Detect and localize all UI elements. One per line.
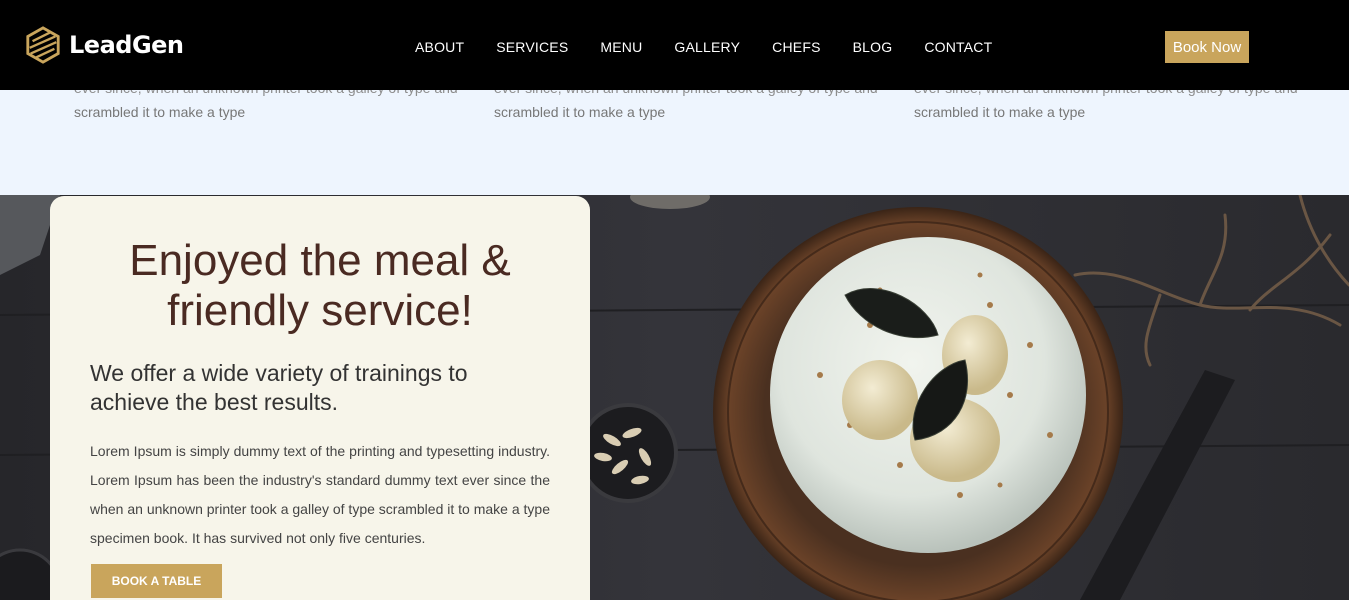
feature-text: ever since, when an unknown printer took…: [494, 90, 878, 120]
nav-contact[interactable]: CONTACT: [924, 39, 992, 55]
promo-card: Enjoyed the meal & friendly service! We …: [50, 196, 590, 600]
promo-body: Lorem Ipsum is simply dummy text of the …: [90, 443, 550, 546]
brand-name: LeadGen: [69, 31, 184, 59]
nav-services[interactable]: SERVICES: [496, 39, 568, 55]
nav-chefs[interactable]: CHEFS: [772, 39, 820, 55]
main-nav: ABOUT SERVICES MENU GALLERY CHEFS BLOG C…: [415, 39, 1024, 55]
site-header: LeadGen ABOUT SERVICES MENU GALLERY CHEF…: [0, 0, 1349, 90]
promo-subtitle: We offer a wide variety of trainings to …: [90, 360, 468, 415]
features-strip: ever since, when an unknown printer took…: [0, 90, 1349, 195]
nav-blog[interactable]: BLOG: [853, 39, 893, 55]
nav-about[interactable]: ABOUT: [415, 39, 464, 55]
brand-logo[interactable]: LeadGen: [24, 25, 184, 65]
nav-menu[interactable]: MENU: [600, 39, 642, 55]
book-a-table-button[interactable]: BOOK A TABLE: [91, 564, 222, 598]
book-now-button[interactable]: Book Now: [1165, 31, 1249, 63]
feature-text: ever since, when an unknown printer took…: [914, 90, 1298, 120]
nav-gallery[interactable]: GALLERY: [674, 39, 740, 55]
logo-icon: [26, 26, 60, 64]
feature-text: ever since, when an unknown printer took…: [74, 90, 458, 120]
promo-title: Enjoyed the meal & friendly service!: [129, 236, 511, 335]
